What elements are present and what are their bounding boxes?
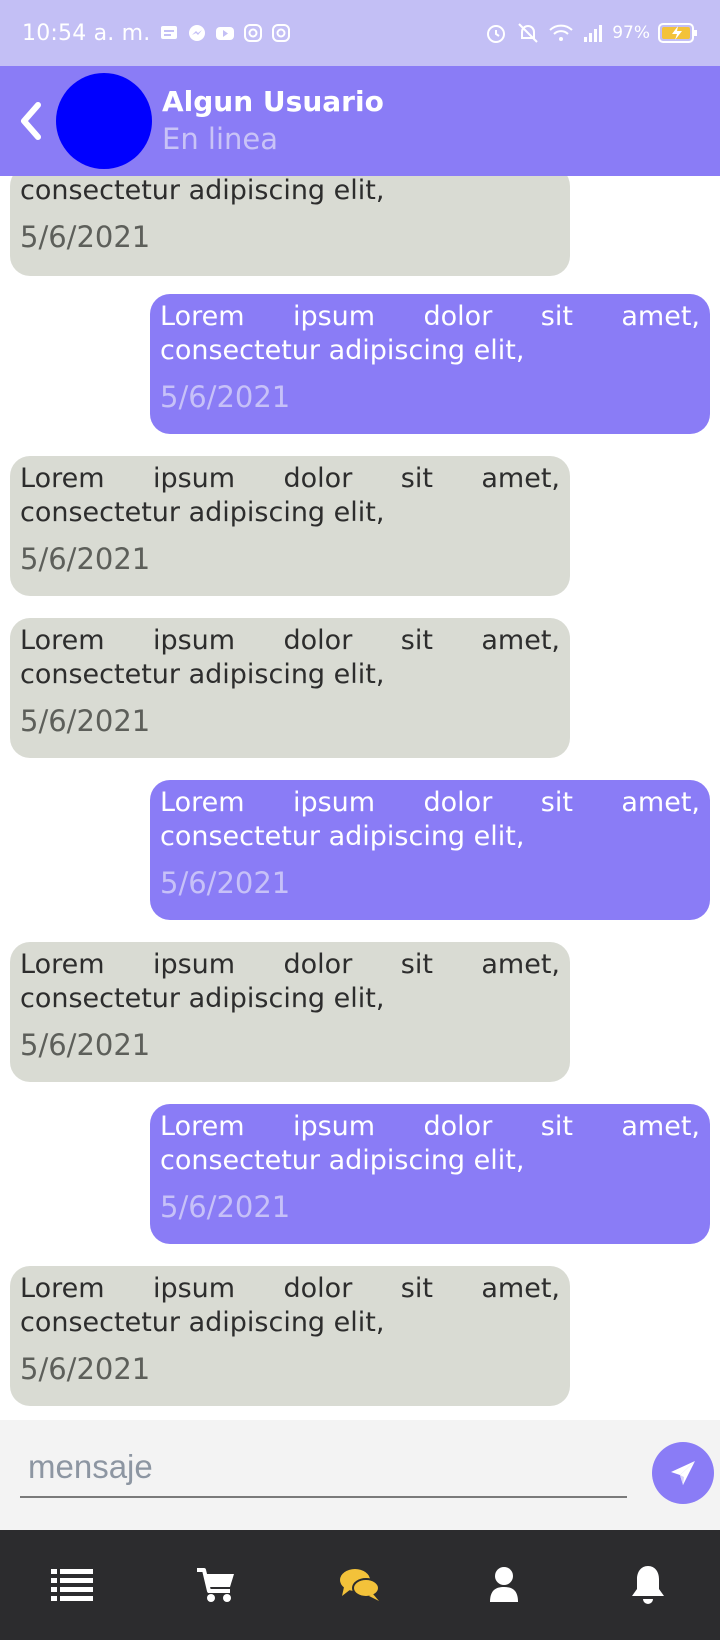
message-date: 5/6/2021	[20, 1352, 151, 1386]
youtube-icon	[215, 27, 234, 40]
cart-icon	[197, 1568, 234, 1602]
message-date: 5/6/2021	[160, 380, 291, 414]
message-icon	[160, 26, 177, 39]
status-left: 10:54 a. m.	[22, 21, 291, 46]
message-text: Lorem ipsum dolor sit amet, consectetur …	[160, 1111, 700, 1176]
message-text: consectetur adipiscing elit,	[20, 176, 385, 206]
send-button[interactable]	[652, 1442, 714, 1504]
message-date: 5/6/2021	[160, 1190, 291, 1224]
message-date: 5/6/2021	[20, 220, 151, 254]
message-received: consectetur adipiscing elit, 5/6/2021	[10, 176, 570, 276]
message-sent: Lorem ipsum dolor sit amet, consectetur …	[150, 294, 710, 434]
paper-plane-icon	[671, 1461, 695, 1485]
message-received: Lorem ipsum dolor sit amet, consectetur …	[10, 618, 570, 758]
user-icon	[490, 1567, 518, 1602]
back-button[interactable]	[4, 66, 56, 176]
message-text: Lorem ipsum dolor sit amet, consectetur …	[20, 1273, 560, 1338]
messenger-icon	[188, 25, 205, 41]
message-received: Lorem ipsum dolor sit amet, consectetur …	[10, 456, 570, 596]
status-bar: 10:54 a. m. 97%	[0, 0, 720, 66]
instagram-icon	[243, 24, 262, 42]
bottom-nav	[0, 1530, 720, 1640]
nav-item-notifications[interactable]	[608, 1545, 688, 1625]
message-date: 5/6/2021	[20, 542, 151, 576]
message-date: 5/6/2021	[20, 704, 151, 738]
message-received: Lorem ipsum dolor sit amet, consectetur …	[10, 1266, 570, 1406]
message-sent: Lorem ipsum dolor sit amet, consectetur …	[150, 780, 710, 920]
message-date: 5/6/2021	[160, 866, 291, 900]
message-list[interactable]: consectetur adipiscing elit, 5/6/2021 Lo…	[0, 176, 720, 1420]
nav-item-chat[interactable]	[320, 1545, 400, 1625]
battery-charging-icon	[658, 23, 697, 43]
chevron-left-icon	[21, 102, 41, 140]
message-text: Lorem ipsum dolor sit amet, consectetur …	[160, 301, 700, 366]
message-date: 5/6/2021	[20, 1028, 151, 1062]
message-text: Lorem ipsum dolor sit amet, consectetur …	[160, 787, 700, 852]
message-text: Lorem ipsum dolor sit amet, consectetur …	[20, 463, 560, 528]
wifi-icon	[549, 24, 573, 41]
message-input[interactable]	[20, 1438, 627, 1498]
battery-percent: 97%	[612, 23, 650, 43]
user-name: Algun Usuario	[162, 85, 384, 118]
status-time: 10:54 a. m.	[22, 20, 151, 46]
message-sent: Lorem ipsum dolor sit amet, consectetur …	[150, 1104, 710, 1244]
chat-icon	[340, 1569, 380, 1601]
chat-header: Algun Usuario En linea	[0, 66, 720, 176]
instagram-icon	[271, 24, 290, 42]
message-input-bar	[0, 1420, 720, 1530]
message-text: Lorem ipsum dolor sit amet, consectetur …	[20, 949, 560, 1014]
nav-item-profile[interactable]	[464, 1545, 544, 1625]
status-right: 97%	[484, 21, 698, 45]
signal-icon	[584, 25, 603, 42]
mute-icon	[518, 23, 538, 43]
header-text: Algun Usuario En linea	[162, 84, 384, 158]
nav-item-cart[interactable]	[176, 1545, 256, 1625]
nav-item-list[interactable]	[32, 1545, 112, 1625]
message-text: Lorem ipsum dolor sit amet, consectetur …	[20, 625, 560, 690]
list-icon	[51, 1569, 93, 1601]
user-status: En linea	[162, 122, 279, 156]
message-received: Lorem ipsum dolor sit amet, consectetur …	[10, 942, 570, 1082]
alarm-icon	[487, 25, 506, 43]
bell-icon	[632, 1566, 664, 1604]
avatar[interactable]	[56, 73, 152, 169]
